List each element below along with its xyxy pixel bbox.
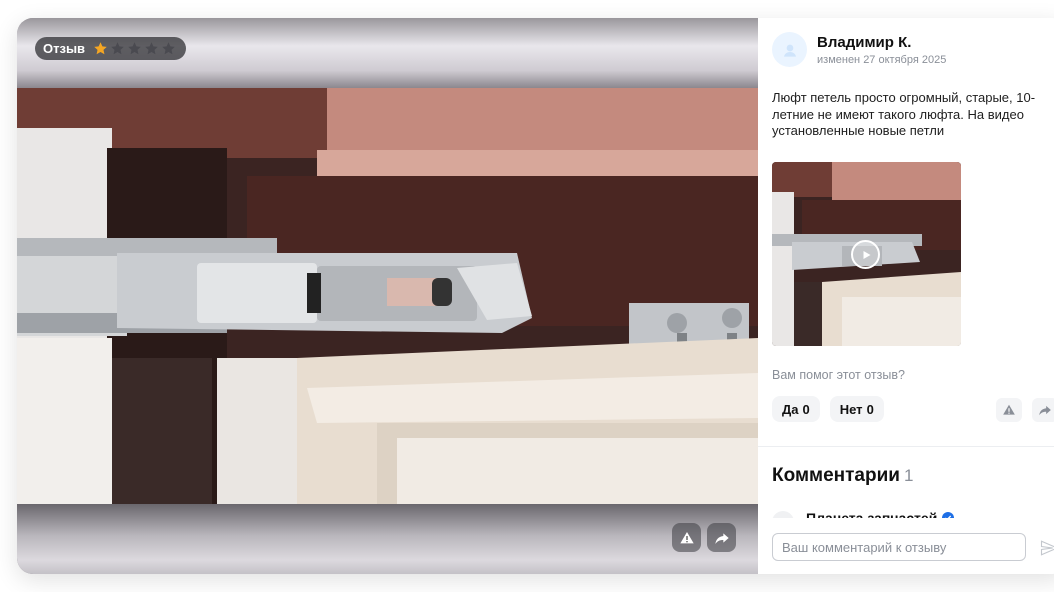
complaint-button[interactable] — [672, 523, 701, 552]
review-actions — [996, 398, 1054, 422]
comment-input[interactable] — [772, 533, 1026, 561]
review-badge: Отзыв — [35, 37, 186, 60]
badge-label: Отзыв — [43, 41, 86, 56]
vote-yes-count: 0 — [802, 401, 810, 417]
review-text: Люфт петель просто огромный, старые, 10-… — [772, 90, 1036, 138]
comments-title: Комментарии — [772, 465, 900, 486]
review-author: Владимир К. изменен 27 октября 2025 — [772, 32, 946, 67]
review-date: изменен 27 октября 2025 — [817, 53, 947, 66]
review-photo — [17, 88, 758, 504]
review-sidebar: Владимир К. изменен 27 октября 2025 Люфт… — [758, 18, 1054, 574]
vote-yes-label: Да — [782, 401, 799, 417]
star-icon — [94, 42, 107, 55]
comment-form — [758, 518, 1054, 574]
vote-yes-button[interactable]: Да 0 — [772, 396, 820, 422]
vote-no-count: 0 — [866, 401, 874, 417]
media-actions — [672, 523, 736, 552]
star-icon — [128, 42, 141, 55]
user-icon — [783, 44, 796, 57]
share-icon — [1039, 405, 1051, 416]
warning-icon — [679, 531, 694, 543]
share-icon — [714, 532, 729, 544]
vote-row: Да 0 Нет 0 — [772, 396, 884, 422]
star-icon — [162, 42, 175, 55]
vote-no-button[interactable]: Нет 0 — [829, 396, 884, 422]
comments-heading: Комментарии 1 — [772, 465, 913, 487]
share-button[interactable] — [707, 523, 736, 552]
divider — [758, 446, 1054, 447]
share-button[interactable] — [1032, 398, 1054, 422]
comments-count: 1 — [903, 466, 914, 485]
video-thumbnail[interactable] — [772, 162, 961, 346]
helpful-question: Вам помог этот отзыв? — [772, 368, 905, 382]
play-icon — [863, 250, 870, 259]
avatar — [772, 32, 807, 67]
send-icon — [1040, 540, 1054, 556]
author-name[interactable]: Владимир К. — [817, 34, 946, 51]
media-viewer[interactable]: Отзыв — [17, 18, 758, 574]
vote-no-label: Нет — [839, 401, 863, 417]
complaint-button[interactable] — [996, 398, 1022, 422]
warning-icon — [1003, 404, 1015, 415]
rating-stars — [93, 41, 176, 56]
play-button[interactable] — [851, 240, 880, 269]
star-icon — [145, 42, 158, 55]
star-icon — [111, 42, 124, 55]
review-modal: Отзыв Владимир К. изменен 27 октября 202… — [17, 18, 1054, 574]
send-button[interactable] — [1038, 537, 1054, 559]
